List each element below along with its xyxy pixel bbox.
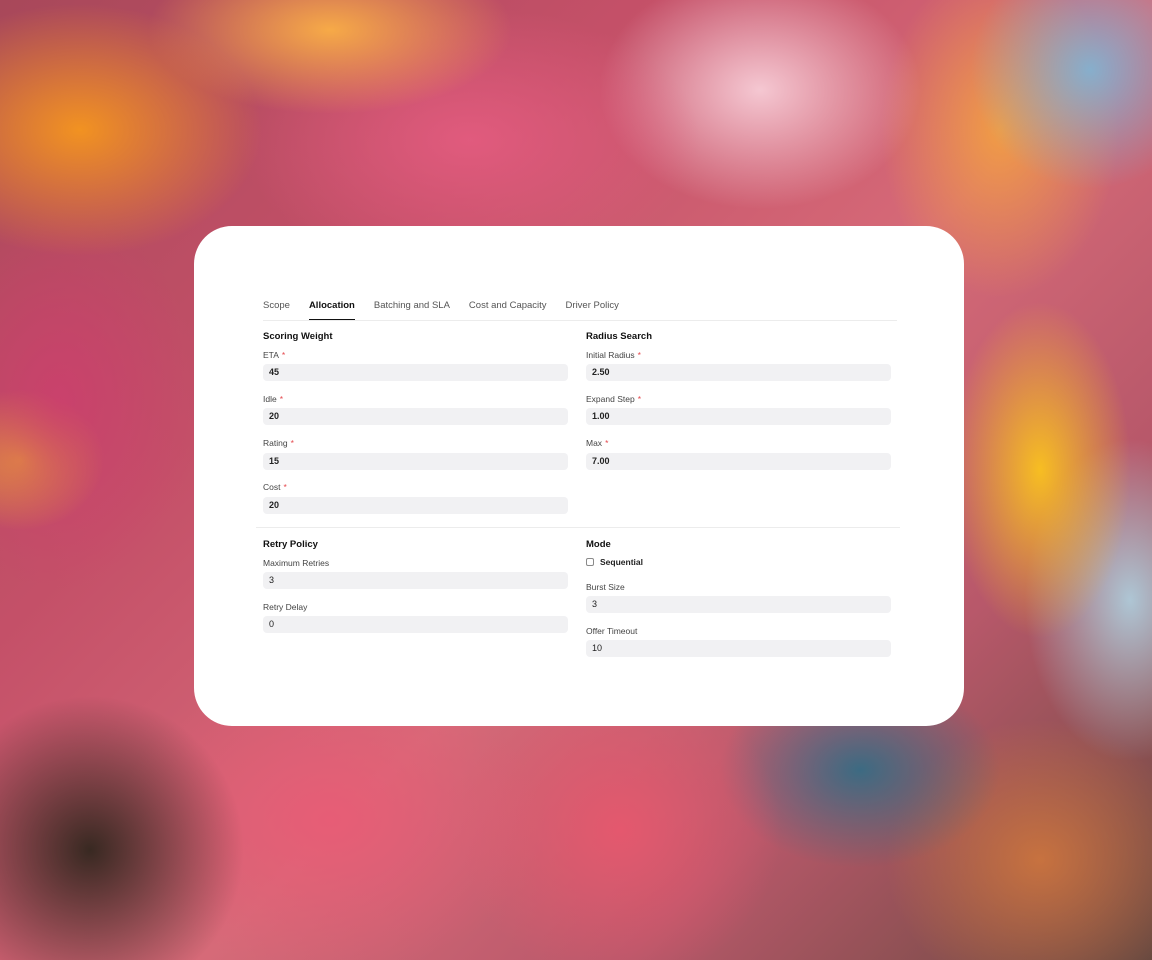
tab-cost-and-capacity[interactable]: Cost and Capacity: [469, 297, 547, 320]
offer-timeout-label: Offer Timeout: [586, 626, 638, 636]
max-input[interactable]: 7.00: [586, 453, 891, 470]
eta-label: ETA *: [263, 350, 285, 360]
required-marker: *: [637, 350, 641, 360]
required-marker: *: [283, 482, 287, 492]
cost-label: Cost *: [263, 482, 287, 492]
initial-radius-label-text: Initial Radius: [586, 350, 635, 360]
scoring-weight-title: Scoring Weight: [263, 331, 333, 342]
eta-label-text: ETA: [263, 350, 279, 360]
max-label: Max *: [586, 438, 608, 448]
rating-input[interactable]: 15: [263, 453, 568, 470]
expand-step-label-text: Expand Step: [586, 394, 635, 404]
idle-label: Idle *: [263, 394, 283, 404]
retry-delay-input[interactable]: 0: [263, 616, 568, 633]
required-marker: *: [279, 394, 284, 404]
tab-scope[interactable]: Scope: [263, 297, 290, 320]
required-marker: *: [290, 438, 294, 448]
radius-search-title: Radius Search: [586, 331, 652, 342]
idle-input[interactable]: 20: [263, 408, 568, 425]
cost-input[interactable]: 20: [263, 497, 568, 514]
rating-label: Rating *: [263, 438, 294, 448]
section-divider: [256, 527, 900, 528]
initial-radius-label: Initial Radius *: [586, 350, 641, 360]
expand-step-input[interactable]: 1.00: [586, 408, 891, 425]
maximum-retries-label: Maximum Retries: [263, 558, 330, 568]
tab-batching-and-sla[interactable]: Batching and SLA: [374, 297, 450, 320]
max-label-text: Max: [586, 438, 603, 448]
mode-title: Mode: [586, 539, 611, 550]
tab-allocation[interactable]: Allocation: [308, 297, 355, 320]
offer-timeout-input[interactable]: 10: [586, 640, 891, 657]
burst-size-label: Burst Size: [586, 582, 625, 592]
retry-policy-title: Retry Policy: [263, 539, 318, 550]
tab-bar: Scope Allocation Batching and SLA Cost a…: [263, 297, 897, 321]
maximum-retries-input[interactable]: 3: [263, 572, 568, 589]
required-marker: *: [281, 350, 286, 360]
sequential-checkbox-row[interactable]: Sequential: [586, 557, 643, 567]
required-marker: *: [605, 438, 609, 448]
initial-radius-input[interactable]: 2.50: [586, 364, 891, 381]
sequential-label: Sequential: [600, 557, 643, 567]
idle-label-text: Idle: [263, 394, 277, 404]
burst-size-input[interactable]: 3: [586, 596, 891, 613]
tab-driver-policy[interactable]: Driver Policy: [566, 297, 619, 320]
cost-label-text: Cost: [263, 482, 281, 492]
required-marker: *: [637, 394, 641, 404]
eta-input[interactable]: 45: [263, 364, 568, 381]
expand-step-label: Expand Step *: [586, 394, 641, 404]
rating-label-text: Rating: [263, 438, 288, 448]
settings-panel: Scope Allocation Batching and SLA Cost a…: [194, 226, 964, 726]
sequential-checkbox[interactable]: [586, 558, 594, 566]
retry-delay-label: Retry Delay: [263, 602, 308, 612]
